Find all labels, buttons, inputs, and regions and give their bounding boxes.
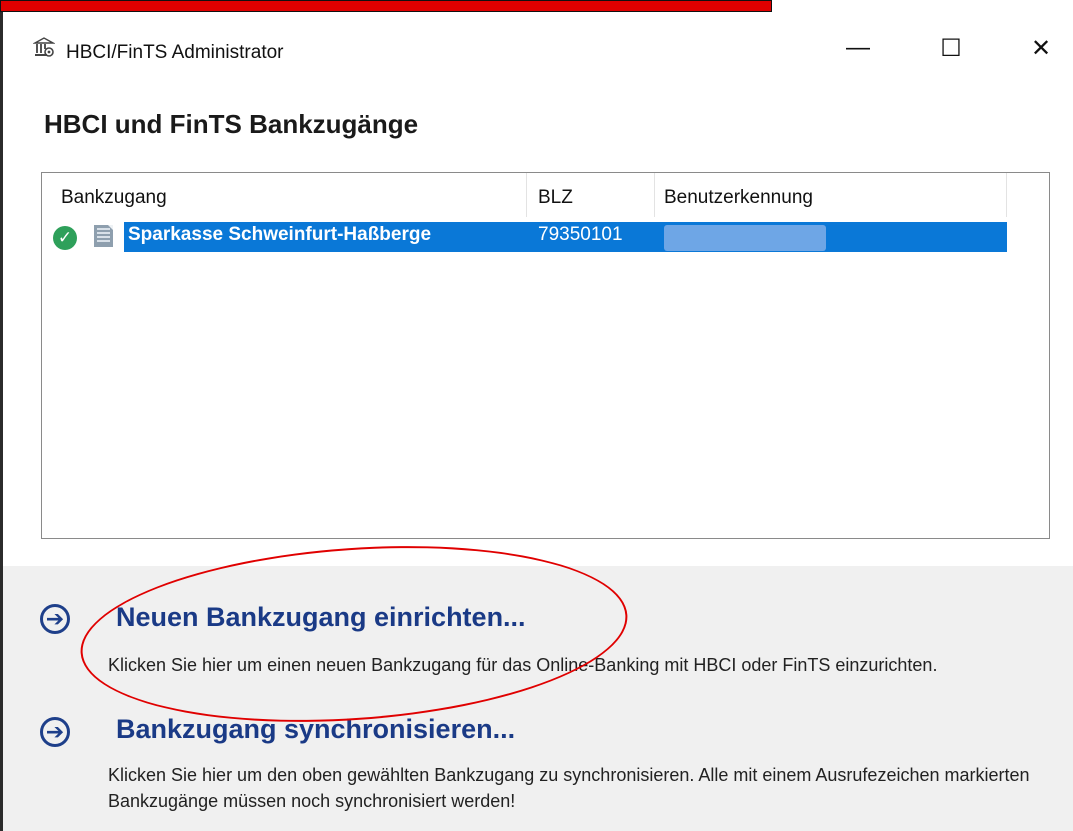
action-panel: ➔ Neuen Bankzugang einrichten... Klicken…	[3, 566, 1073, 831]
column-divider[interactable]	[654, 173, 655, 217]
bank-access-list[interactable]: Bankzugang BLZ Benutzerkennung ✓ Sparkas…	[41, 172, 1050, 539]
bank-gear-icon	[33, 37, 55, 57]
title-bar: HBCI/FinTS Administrator — ☐ ✕	[3, 12, 1073, 72]
new-bank-access-description: Klicken Sie hier um einen neuen Bankzuga…	[108, 655, 938, 675]
bank-name: Sparkasse Schweinfurt-Haßberge	[128, 224, 432, 245]
sync-bank-access-description: Klicken Sie hier um den oben gewählten B…	[108, 765, 1030, 811]
table-row[interactable]: ✓ Sparkasse Schweinfurt-Haßberge 7935010…	[42, 219, 1007, 255]
column-divider[interactable]	[526, 173, 527, 217]
blz-value: 79350101	[538, 224, 623, 245]
window-title: HBCI/FinTS Administrator	[66, 42, 284, 63]
minimize-button[interactable]: —	[832, 26, 884, 70]
column-divider[interactable]	[1006, 173, 1007, 217]
arrow-circle-icon[interactable]: ➔	[40, 717, 70, 747]
check-circle-icon: ✓	[53, 226, 77, 250]
column-header-benutzerkennung[interactable]: Benutzerkennung	[664, 182, 813, 214]
page-title: HBCI und FinTS Bankzugänge	[44, 109, 419, 139]
column-header-blz[interactable]: BLZ	[538, 182, 573, 214]
sync-bank-access-link[interactable]: Bankzugang synchronisieren...	[116, 714, 515, 745]
arrow-circle-icon[interactable]: ➔	[40, 604, 70, 634]
document-icon	[94, 225, 113, 247]
maximize-button[interactable]: ☐	[925, 26, 977, 70]
close-button[interactable]: ✕	[1015, 26, 1067, 70]
user-id-redacted	[664, 225, 826, 251]
column-header-bankzugang[interactable]: Bankzugang	[61, 182, 167, 214]
new-bank-access-link[interactable]: Neuen Bankzugang einrichten...	[116, 602, 526, 633]
annotation-bar	[0, 0, 772, 12]
